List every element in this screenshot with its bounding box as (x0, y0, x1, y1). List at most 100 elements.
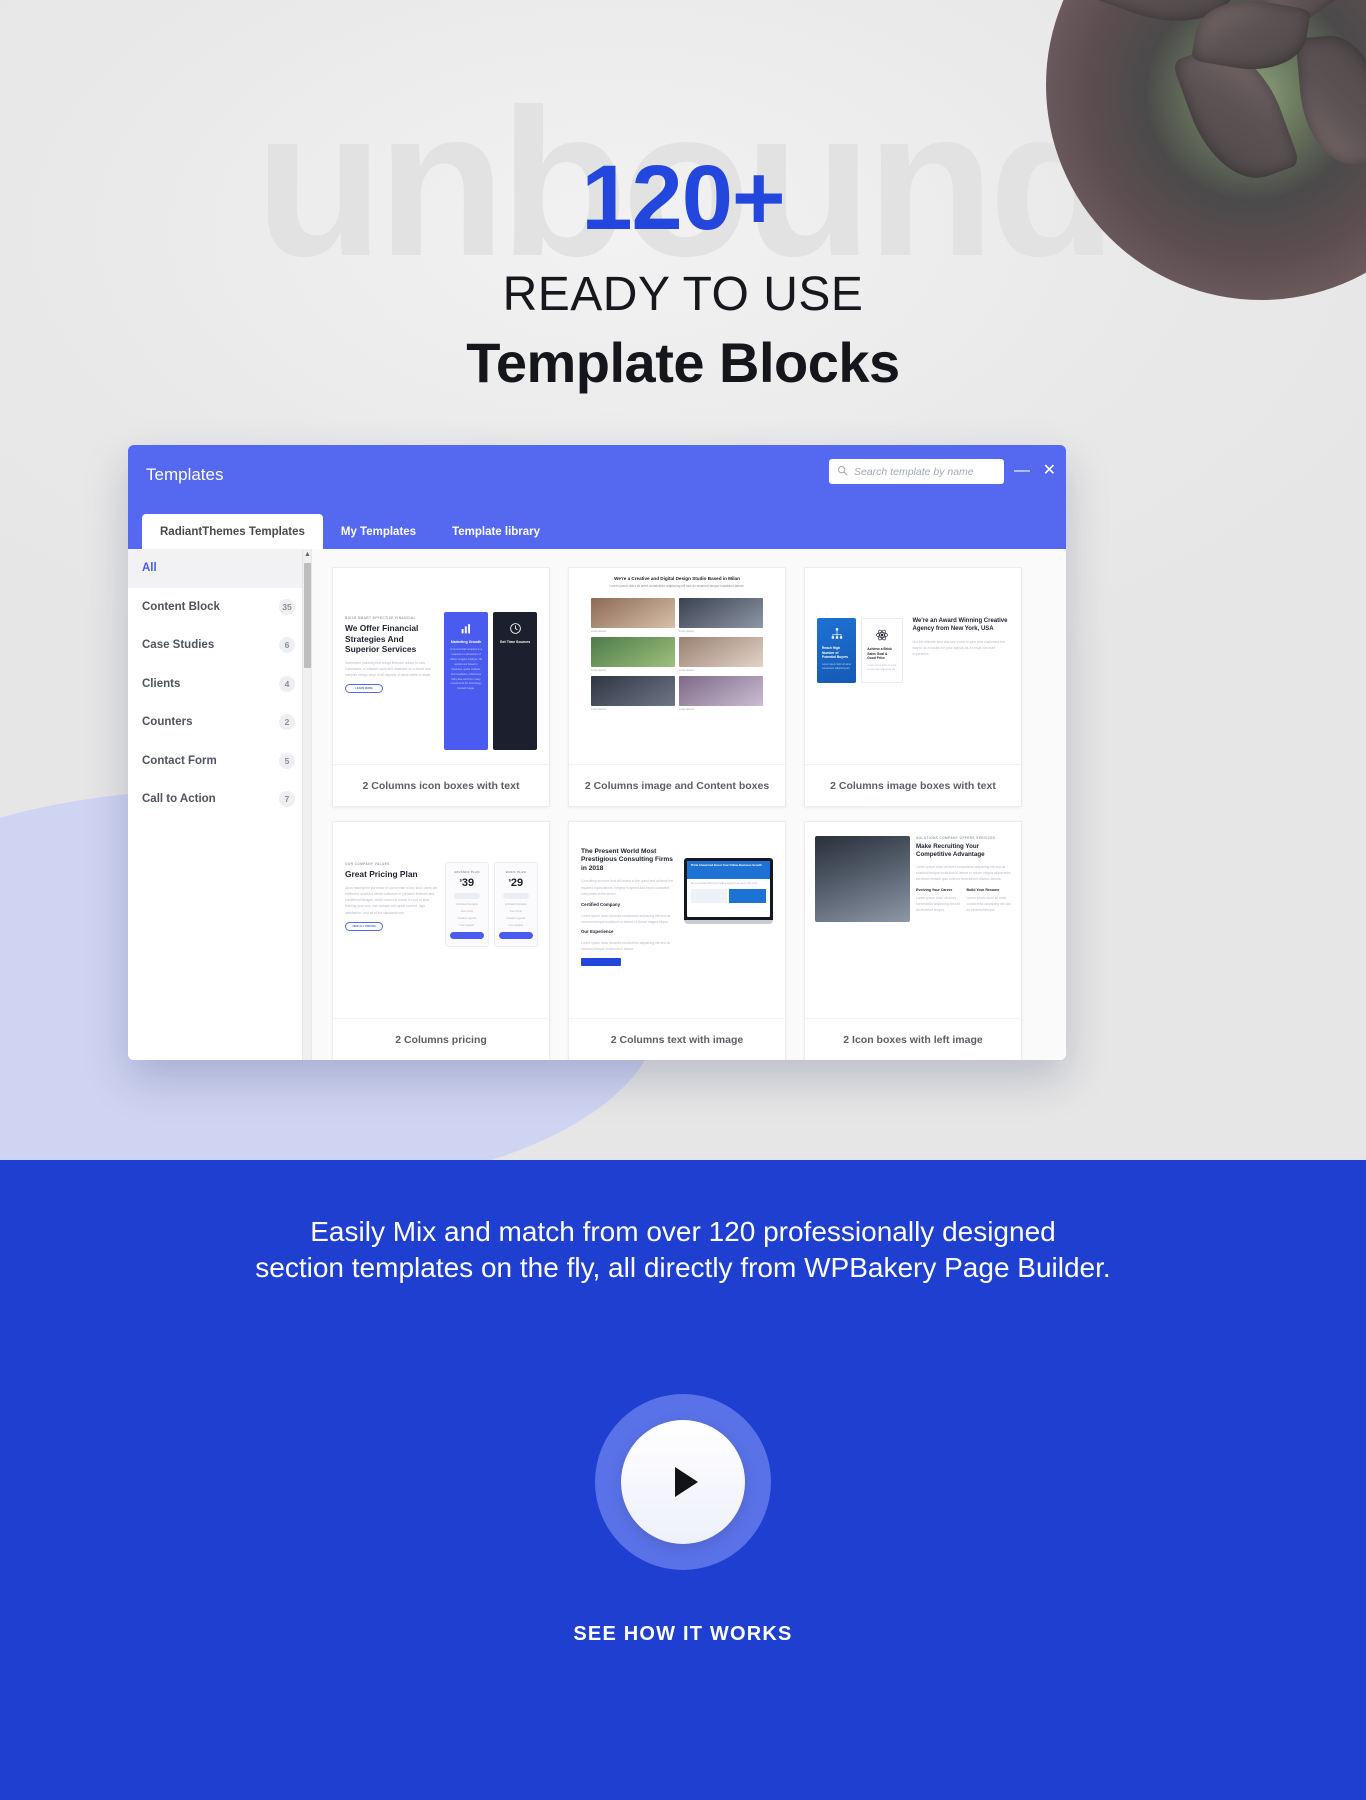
preview-photo (815, 836, 910, 922)
preview-body: Consulting services that will assist in … (581, 879, 673, 896)
preview-image (591, 637, 675, 668)
sidebar-item-content-block[interactable]: Content Block 35 (128, 588, 311, 627)
preview-box-title: Achieve a Brisk Sales Goal & Good Price (867, 647, 892, 661)
play-button-core[interactable] (621, 1420, 745, 1544)
plan-feature: Unlimited Concepts (456, 903, 478, 906)
preview-eyebrow: BUILD SMART EFFECTIVE FINANCIAL (345, 616, 416, 620)
preview-image (679, 598, 763, 629)
laptop-title: Think Ahead and Boost Your Online Busine… (690, 863, 762, 867)
template-card[interactable]: We're a Creative and Digital Design Stud… (568, 567, 786, 807)
plan-period-badge (453, 893, 480, 899)
sidebar-scrollbar[interactable]: ▲ (302, 549, 311, 1060)
hero-title: Template Blocks (466, 330, 900, 394)
template-card[interactable]: BUILD SMART EFFECTIVE FINANCIAL We Offer… (332, 567, 550, 807)
preview-eyebrow: OUR COMPANY VALUES (345, 862, 390, 866)
sidebar-item-clients[interactable]: Clients 4 (128, 665, 311, 704)
minimize-button[interactable]: — (1014, 463, 1030, 479)
sidebar-item-case-studies[interactable]: Case Studies 6 (128, 626, 311, 665)
preview-eyebrow: SOLUTIONS COMPANY OFFERS SERVICES (916, 836, 996, 840)
preview-button (581, 958, 621, 967)
plan-feature: Free Support (508, 924, 524, 927)
sidebar-item-contact-form[interactable]: Contact Form 5 (128, 742, 311, 781)
preview-heading: Great Pricing Plan (345, 869, 418, 879)
tagline-line-1: Easily Mix and match from over 120 profe… (310, 1216, 1056, 1247)
sidebar-item-count: 4 (279, 675, 295, 692)
tagline: Easily Mix and match from over 120 profe… (0, 1214, 1366, 1287)
sidebar-item-label: Content Block (142, 600, 220, 613)
chart-icon (460, 622, 473, 635)
plan-feature: Free Fonts (460, 910, 473, 913)
preview-box-body: A commercial company is a business on al… (450, 648, 482, 691)
close-button[interactable]: ✕ (1043, 463, 1056, 479)
preview-body: Upon making the purchase of our license … (345, 885, 438, 915)
see-how-it-works-label[interactable]: SEE HOW IT WORKS (0, 1623, 1366, 1646)
hierarchy-icon (830, 627, 844, 641)
tab-template-library[interactable]: Template library (434, 515, 558, 549)
template-thumbnail: The Present World Most Prestigious Consu… (569, 822, 785, 1018)
tab-radiantthemes-templates[interactable]: RadiantThemes Templates (142, 514, 323, 549)
play-icon (675, 1467, 698, 1497)
sidebar-item-count: 35 (279, 598, 295, 615)
tagline-line-2: section templates on the fly, all direct… (255, 1252, 1111, 1284)
preview-pricing-plan: BASIC PLAN $29 Unlimited Concepts Free F… (493, 862, 538, 947)
preview-subheading: Our Experience (581, 929, 614, 935)
preview-pricing-plan: ADVANCE PLAN $39 Unlimited Concepts Free… (444, 862, 489, 947)
template-card-label: 2 Columns text with image (569, 1018, 785, 1060)
template-card-label: 2 Columns icon boxes with text (333, 764, 549, 806)
preview-image (591, 676, 675, 707)
play-button[interactable] (595, 1394, 771, 1570)
plan-period-badge (502, 893, 529, 899)
sidebar-item-label: Case Studies (142, 639, 215, 652)
window-body: All Content Block 35 Case Studies 6 Clie… (128, 549, 1066, 1060)
tab-bar: RadiantThemes Templates My Templates Tem… (142, 514, 558, 549)
window-title: Templates (146, 465, 224, 484)
plan-name: ADVANCE PLAN (454, 870, 480, 874)
search-box[interactable] (829, 459, 1004, 484)
plan-feature: Free Fonts (509, 910, 522, 913)
preview-box-body: Lorem ipsum dolor sit amet consectetur a… (916, 895, 960, 913)
sidebar-item-counters[interactable]: Counters 2 (128, 703, 311, 742)
preview-heading: We're an Award Winning Creative Agency f… (912, 618, 1008, 632)
tab-my-templates[interactable]: My Templates (323, 515, 434, 549)
template-card[interactable]: SOLUTIONS COMPANY OFFERS SERVICES Make R… (804, 821, 1022, 1060)
sidebar-item-label: Counters (142, 716, 193, 729)
sidebar-item-label: Contact Form (142, 754, 217, 767)
plan-feature: Creative Layouts (506, 917, 526, 920)
preview-button: VIEW ALL PRICING (345, 921, 383, 931)
atom-icon (875, 628, 889, 642)
template-card[interactable]: The Present World Most Prestigious Consu… (568, 821, 786, 1060)
template-card[interactable]: OUR COMPANY VALUES Great Pricing Plan Up… (332, 821, 550, 1060)
preview-heading: Make Recruiting Your Competitive Advanta… (916, 843, 985, 858)
search-input[interactable] (854, 465, 996, 478)
scrollbar-thumb[interactable] (304, 563, 311, 668)
template-card-label: 2 Columns image boxes with text (805, 764, 1021, 806)
template-card-label: 2 Columns pricing (333, 1018, 549, 1060)
preview-heading: We're a Creative and Digital Design Stud… (614, 576, 740, 581)
sidebar-item-call-to-action[interactable]: Call to Action 7 (128, 780, 311, 819)
preview-box-body: Lorem ipsum dolor sit amet consectetur a… (966, 895, 1011, 913)
plan-feature: Unlimited Concepts (505, 903, 527, 906)
sidebar-item-all[interactable]: All (128, 549, 311, 588)
sidebar-item-label: Clients (142, 677, 181, 690)
hero-section: unbound 120+ READY TO USE Template Block… (0, 0, 1366, 1160)
preview-heading: The Present World Most Prestigious Consu… (581, 848, 673, 872)
preview-body: Investment planning that brings financia… (345, 660, 432, 678)
category-sidebar: All Content Block 35 Case Studies 6 Clie… (128, 549, 312, 1060)
template-card[interactable]: Reach High Number of Potential Buyers Lo… (804, 567, 1022, 807)
preview-icon-box: Achieve a Brisk Sales Goal & Good Price … (861, 618, 903, 683)
preview-sub-body: Lorem ipsum dolor sit amet consectetur a… (581, 940, 671, 951)
preview-sub-body: Lorem ipsum dolor sit amet consectetur a… (581, 913, 671, 924)
play-button-wrapper (0, 1394, 1366, 1570)
sidebar-item-label: Call to Action (142, 793, 216, 806)
preview-box-title: Evolving Your Career (916, 888, 953, 893)
preview-box-title: Reach High Number of Potential Buyers (822, 646, 849, 660)
plan-purchase-button (449, 932, 484, 939)
preview-box-body: Lorem ipsum dolor sit amet consectetur a… (867, 663, 897, 672)
preview-body: Lorem ipsum dolor sit amet consectetur a… (609, 584, 745, 588)
chevron-up-icon[interactable]: ▲ (304, 551, 311, 559)
preview-body: Get the ultimate best and see a new to g… (912, 639, 1005, 657)
hero-subtitle: READY TO USE (502, 267, 864, 321)
preview-heading: We Offer Financial Strategies And Superi… (345, 623, 419, 654)
template-card-label: 2 Icon boxes with left image (805, 1018, 1021, 1060)
plan-feature: Free Support (459, 924, 475, 927)
